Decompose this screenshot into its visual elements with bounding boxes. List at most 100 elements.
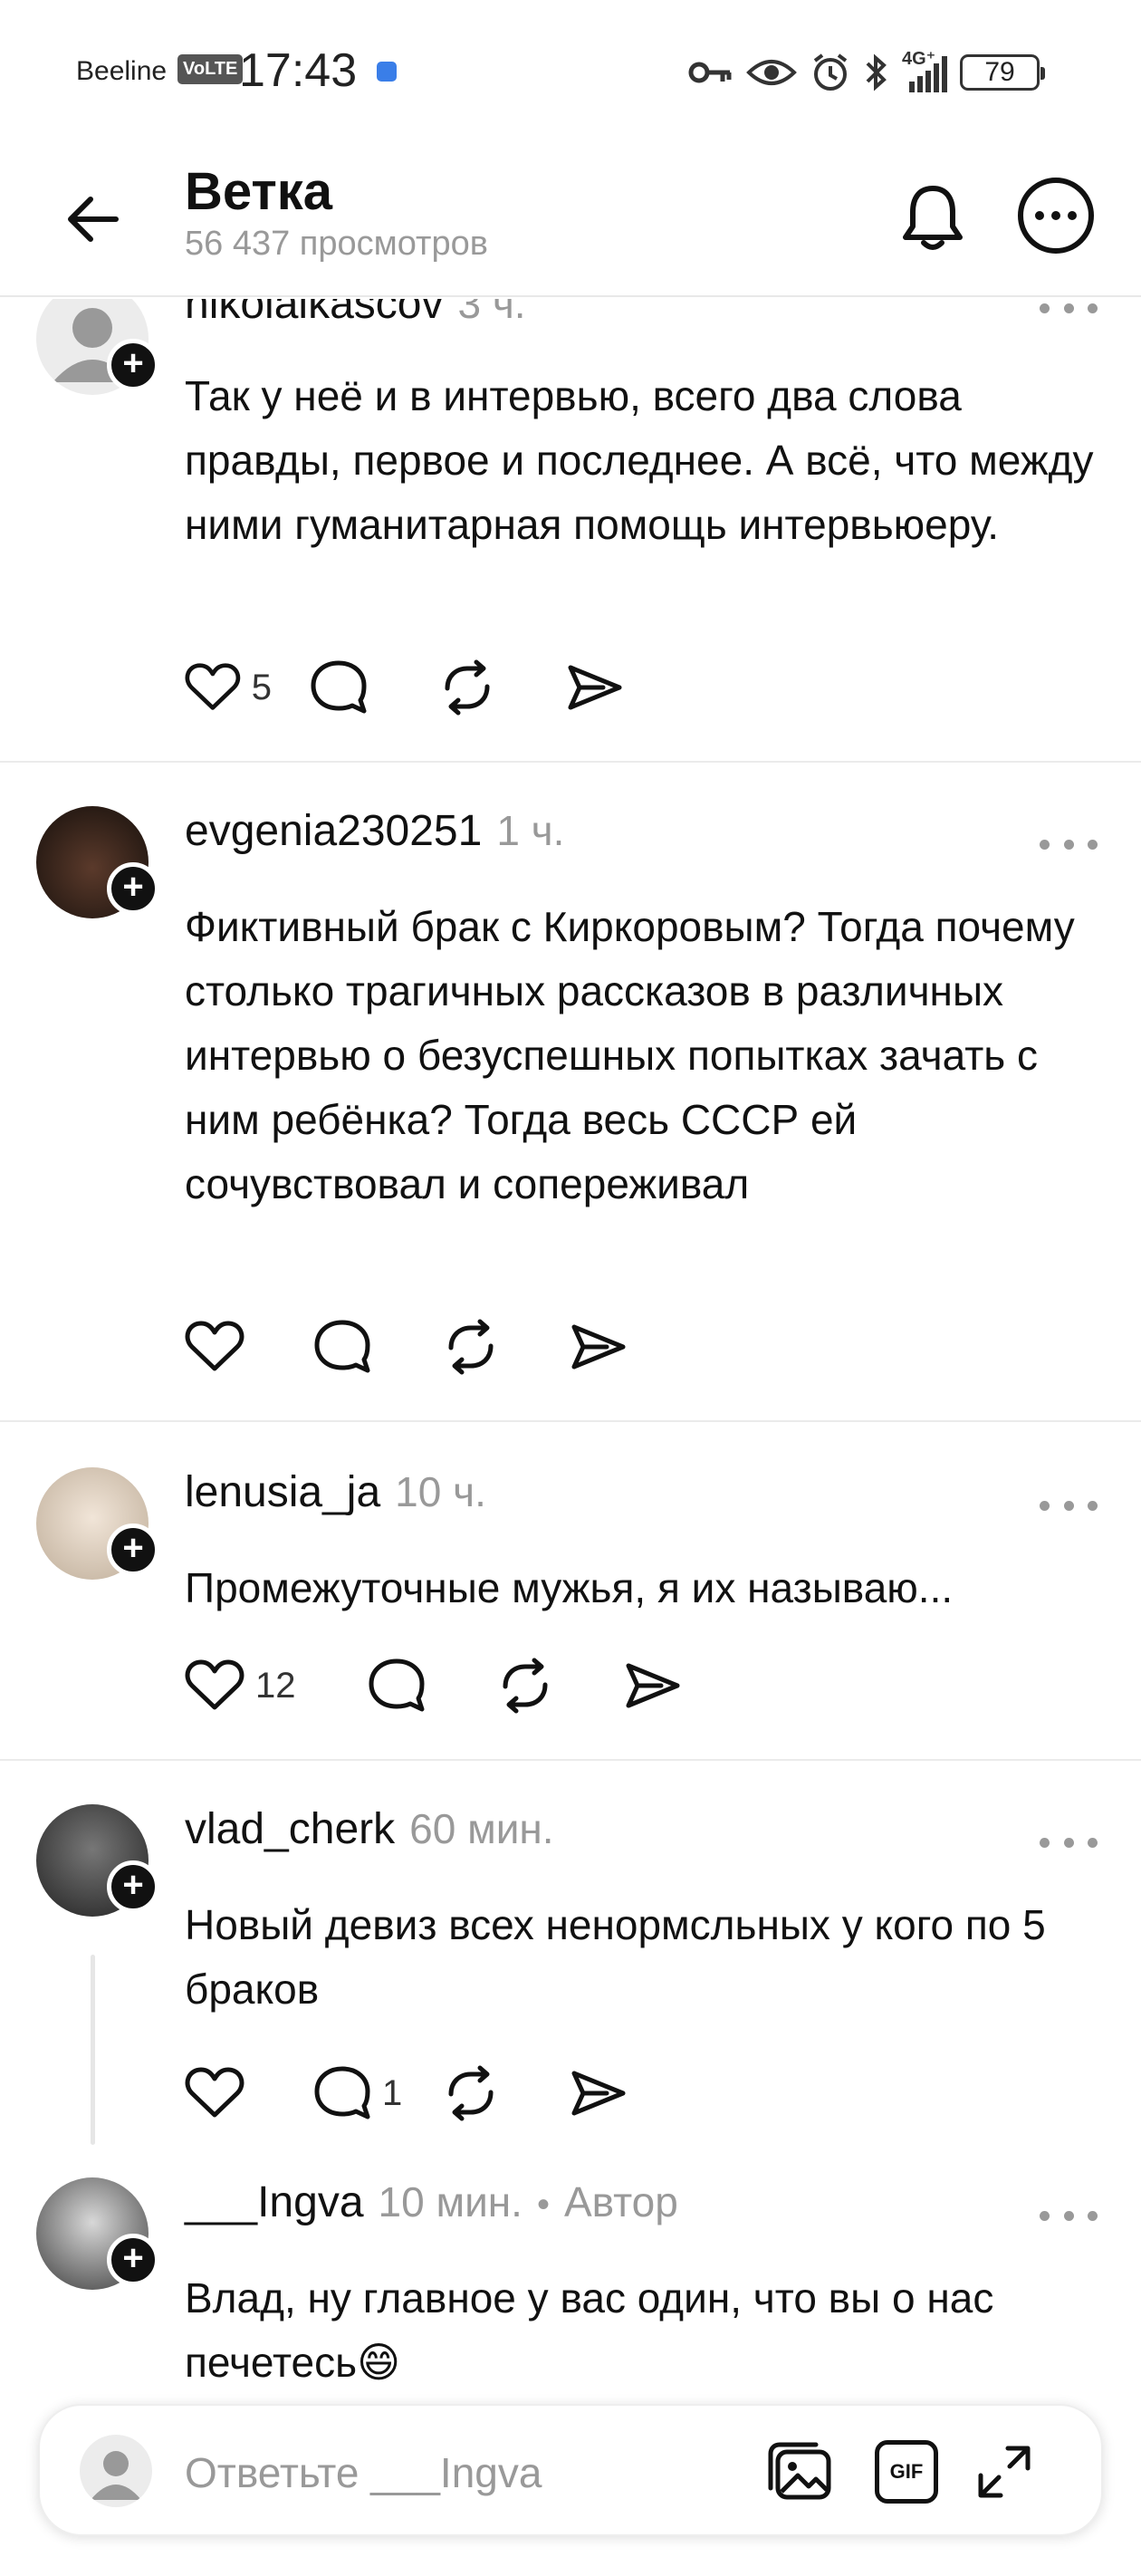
- repost-button[interactable]: [438, 656, 496, 719]
- repost-icon: [503, 1658, 548, 1714]
- comment-username[interactable]: ___Ingva: [185, 2177, 364, 2227]
- back-button[interactable]: [56, 183, 129, 255]
- reply-button[interactable]: [310, 656, 368, 719]
- repost-icon: [448, 1319, 494, 1375]
- reply-button[interactable]: [368, 1654, 426, 1717]
- repost-button[interactable]: [442, 1315, 500, 1379]
- follow-plus-icon[interactable]: +: [107, 2234, 159, 2286]
- comment-username[interactable]: vlad_cherk: [185, 1804, 395, 1854]
- comment-actions: 5: [185, 656, 623, 719]
- header-divider: [0, 295, 1141, 297]
- avatar[interactable]: +: [36, 1467, 159, 1580]
- heart-icon: [185, 663, 241, 710]
- comment-header: lenusia_ja 10 ч.: [185, 1467, 486, 1522]
- comment-header: vlad_cherk 60 мин.: [185, 1804, 554, 1859]
- more-dots-icon[interactable]: [1040, 1824, 1098, 1860]
- default-avatar-icon: [91, 2451, 141, 2500]
- comment-divider: [0, 1759, 1141, 1761]
- comment-text: Новый девиз всех ненормсльных у кого по …: [185, 1901, 1046, 2013]
- heart-icon: [185, 2067, 244, 2118]
- network-type-label: 4G⁺: [902, 49, 936, 69]
- comment-time: 10 ч.: [395, 1468, 486, 1515]
- share-button[interactable]: [625, 1654, 681, 1717]
- app-header: Ветка 56 437 просмотров: [0, 145, 1141, 297]
- speech-bubble-icon: [369, 1658, 425, 1712]
- share-button[interactable]: [570, 1315, 627, 1379]
- speech-bubble-icon: [314, 1320, 370, 1373]
- comment-header: evgenia230251 1 ч.: [185, 806, 564, 860]
- like-button[interactable]: 5: [185, 656, 272, 719]
- avatar[interactable]: +: [36, 1804, 159, 1917]
- comment-text: Промежуточные мужья, я их называю...: [185, 1564, 954, 1611]
- comment-username[interactable]: evgenia230251: [185, 806, 482, 856]
- comment-time: 10 мин.: [378, 2178, 523, 2225]
- comment-divider: [0, 1420, 1141, 1422]
- avatar[interactable]: +: [36, 299, 159, 395]
- gif-label: GIF: [889, 2460, 924, 2483]
- reply-input[interactable]: [185, 2442, 728, 2504]
- clock: 17:43: [239, 44, 358, 97]
- reply-button[interactable]: [313, 1315, 371, 1379]
- comment-actions: [185, 1315, 627, 1379]
- expand-icon: [978, 2446, 1031, 2498]
- page-title: Ветка: [185, 162, 333, 221]
- like-button[interactable]: [185, 2062, 244, 2125]
- signal-indicator: 4G⁺: [902, 49, 947, 92]
- expand-button[interactable]: [965, 2433, 1043, 2511]
- notifications-button[interactable]: [893, 178, 973, 257]
- comment-text: Фиктивный брак с Киркоровым? Тогда почем…: [185, 903, 1075, 1207]
- gif-button[interactable]: GIF: [868, 2433, 945, 2511]
- send-icon: [571, 1324, 626, 1370]
- comment-divider: [0, 761, 1141, 763]
- more-dots-icon[interactable]: [1040, 826, 1098, 862]
- comment-text: Так у неё и в интервью, всего два слова …: [185, 372, 1094, 548]
- comment-actions: 12: [185, 1654, 681, 1717]
- like-count: 5: [251, 667, 272, 707]
- repost-icon: [448, 2065, 494, 2121]
- repost-icon: [445, 659, 490, 716]
- reply-bar: GIF: [38, 2404, 1103, 2536]
- share-button[interactable]: [570, 2062, 627, 2125]
- send-icon: [626, 1663, 680, 1708]
- bluetooth-icon: [866, 53, 887, 91]
- more-options-button[interactable]: [1012, 172, 1099, 259]
- meta-separator: •: [536, 2185, 550, 2225]
- more-dots-icon[interactable]: [1040, 2197, 1098, 2234]
- follow-plus-icon[interactable]: +: [107, 1860, 159, 1913]
- repost-button[interactable]: [496, 1654, 554, 1717]
- follow-plus-icon[interactable]: +: [107, 339, 159, 391]
- follow-plus-icon[interactable]: +: [107, 862, 159, 915]
- send-icon: [568, 665, 622, 710]
- avatar[interactable]: +: [36, 2177, 159, 2290]
- heart-icon: [185, 1321, 244, 1371]
- thread-line: [91, 1955, 95, 2145]
- comment-time: 60 мин.: [409, 1805, 554, 1852]
- views-count: 56 437 просмотров: [185, 225, 488, 263]
- follow-plus-icon[interactable]: +: [107, 1523, 159, 1576]
- gallery-button[interactable]: [761, 2433, 839, 2511]
- comment-text: Влад, ну главное у вас один, что вы о на…: [185, 2274, 994, 2386]
- speech-bubble-icon: [311, 660, 367, 714]
- comment-actions: 1: [185, 2062, 627, 2125]
- reply-count: 1: [382, 2072, 403, 2113]
- comment-header: ___Ingva 10 мин. • Автор: [185, 2177, 678, 2232]
- like-button[interactable]: 12: [185, 1654, 304, 1717]
- more-dots-icon[interactable]: [1040, 1487, 1098, 1523]
- arrow-left-icon: [68, 197, 119, 242]
- status-bar: Beeline VoLTE 17:43 4G⁺ 79: [0, 0, 1141, 136]
- comment-username[interactable]: lenusia_ja: [185, 1467, 380, 1517]
- avatar[interactable]: +: [36, 806, 159, 918]
- gallery-icon: [768, 2442, 831, 2500]
- comment-time: 1 ч.: [496, 807, 565, 854]
- share-button[interactable]: [567, 656, 623, 719]
- like-button[interactable]: [185, 1315, 244, 1379]
- volte-badge: VoLTE: [177, 54, 244, 84]
- status-icons: 4G⁺ 79: [688, 45, 1045, 100]
- like-count: 12: [255, 1665, 296, 1706]
- battery-indicator: 79: [960, 54, 1045, 91]
- notification-dot-icon: [377, 62, 397, 82]
- bell-icon: [903, 186, 963, 250]
- heart-icon: [185, 1659, 244, 1710]
- reply-button[interactable]: 1: [313, 2062, 404, 2125]
- repost-button[interactable]: [442, 2062, 500, 2125]
